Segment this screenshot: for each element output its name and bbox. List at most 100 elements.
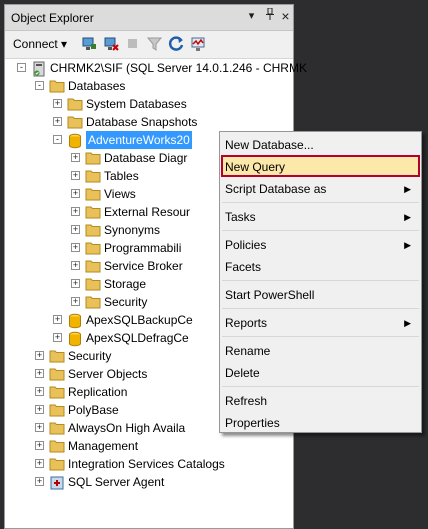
tree-node-root[interactable]: + Integration Services Catalogs [5,455,295,473]
database-icon [67,313,83,329]
tree-node-label: SQL Server Agent [68,475,165,489]
tree-node-label: Service Broker [104,259,183,273]
expand-icon[interactable]: + [71,153,80,162]
folder-icon [49,385,65,399]
expand-icon[interactable]: + [35,423,44,432]
folder-icon [85,259,101,273]
tree-node-label: Programmabili [104,241,182,255]
expand-icon[interactable]: + [35,351,44,360]
menu-separator [222,308,419,309]
menu-item-script-database-as[interactable]: Script Database as ▶ [220,178,421,200]
submenu-arrow-icon: ▶ [404,212,411,222]
menu-item-new-query[interactable]: New Query [220,156,421,178]
tree-node-label: AlwaysOn High Availa [68,421,186,435]
menu-item-rename[interactable]: Rename [220,340,421,362]
context-menu: New Database... New Query Script Database … [219,131,422,433]
folder-icon [85,295,101,309]
panel-titlebar: Object Explorer ▾ × [5,5,293,31]
expand-icon[interactable]: + [35,459,44,468]
menu-item-policies[interactable]: Policies ▶ [220,234,421,256]
menu-item-properties[interactable]: Properties [220,412,421,434]
menu-item-label: Script Database as [225,182,327,196]
tree-node-label: Database Diagr [104,151,188,165]
expand-icon[interactable]: + [71,297,80,306]
server-icon [31,61,47,77]
menu-item-refresh[interactable]: Refresh [220,390,421,412]
dropdown-icon[interactable]: ▾ [243,8,260,25]
expand-icon[interactable]: + [71,171,80,180]
tree-node-root[interactable]: + Management [5,437,295,455]
folder-icon [67,97,83,111]
expand-icon[interactable]: + [53,333,62,342]
expand-icon[interactable]: + [35,477,44,486]
menu-item-label: Rename [225,344,271,358]
pin-icon[interactable] [261,7,278,25]
menu-item-label: Start PowerShell [225,288,315,302]
menu-item-label: Refresh [225,394,268,408]
tree-node-label: Replication [68,385,128,399]
menu-item-tasks[interactable]: Tasks ▶ [220,206,421,228]
expand-icon[interactable]: + [35,387,44,396]
folder-icon [85,151,101,165]
menu-separator [222,336,419,337]
expand-icon[interactable]: + [53,99,62,108]
tree-node-system-databases[interactable]: + System Databases [5,95,295,113]
folder-icon [49,367,65,381]
tree-node-label: Databases [68,79,126,93]
tree-node-label: Security [104,295,148,309]
folder-icon [49,403,65,417]
expand-icon[interactable]: + [35,441,44,450]
menu-item-start-powershell[interactable]: Start PowerShell [220,284,421,306]
expand-icon[interactable]: + [71,261,80,270]
folder-icon [49,421,65,435]
expand-icon[interactable]: + [71,189,80,198]
expand-icon[interactable]: + [53,315,62,324]
refresh-icon[interactable] [168,35,186,53]
expand-icon[interactable]: + [71,279,80,288]
menu-item-label: Delete [225,366,260,380]
sql-agent-icon [49,475,65,490]
tree-node-label: AdventureWorks20 [86,131,192,149]
menu-item-delete[interactable]: Delete [220,362,421,384]
collapse-icon[interactable]: - [17,63,26,72]
menu-item-facets[interactable]: Facets [220,256,421,278]
collapse-icon[interactable]: - [35,81,44,90]
menu-separator [222,230,419,231]
tree-node-label: Integration Services Catalogs [68,457,225,471]
tree-node-label: CHRMK2\SIF (SQL Server 14.0.1.246 - CHRM… [50,61,307,75]
expand-icon[interactable]: + [71,207,80,216]
expand-icon[interactable]: + [35,369,44,378]
tree-node-database-snapshots[interactable]: + Database Snapshots [5,113,295,131]
tree-node-label: ApexSQLDefragCe [86,331,189,345]
tree-node-root[interactable]: + SQL Server Agent [5,473,295,491]
explorer-toolbar: Connect ▾ [5,31,293,59]
menu-separator [222,280,419,281]
menu-item-new-database[interactable]: New Database... [220,134,421,156]
connect-object-explorer-icon[interactable] [80,35,98,53]
submenu-arrow-icon: ▶ [404,184,411,194]
expand-icon[interactable]: + [35,405,44,414]
expand-icon[interactable]: + [71,225,80,234]
folder-icon [85,277,101,291]
menu-item-label: Properties [225,416,280,430]
tree-node-label: Synonyms [104,223,161,237]
stop-icon[interactable] [124,35,142,53]
tree-node-server[interactable]: - CHRMK2\SIF (SQL Server 14.0.1.246 - CHR… [5,59,307,77]
expand-icon[interactable]: + [53,117,62,126]
collapse-icon[interactable]: - [53,135,62,144]
folder-icon [49,349,65,363]
panel-title: Object Explorer [11,11,94,25]
close-icon[interactable]: × [277,8,294,25]
expand-icon[interactable]: + [71,243,80,252]
tree-node-label: PolyBase [68,403,119,417]
tree-node-databases[interactable]: - Databases [5,77,295,95]
disconnect-icon[interactable] [102,35,120,53]
menu-item-reports[interactable]: Reports ▶ [220,312,421,334]
menu-item-label: Policies [225,238,267,252]
menu-item-label: Facets [225,260,262,274]
database-icon [67,133,83,149]
activity-monitor-icon[interactable] [190,35,208,53]
connect-button[interactable]: Connect ▾ [13,37,67,51]
filter-icon[interactable] [146,35,164,53]
folder-icon [85,223,101,237]
